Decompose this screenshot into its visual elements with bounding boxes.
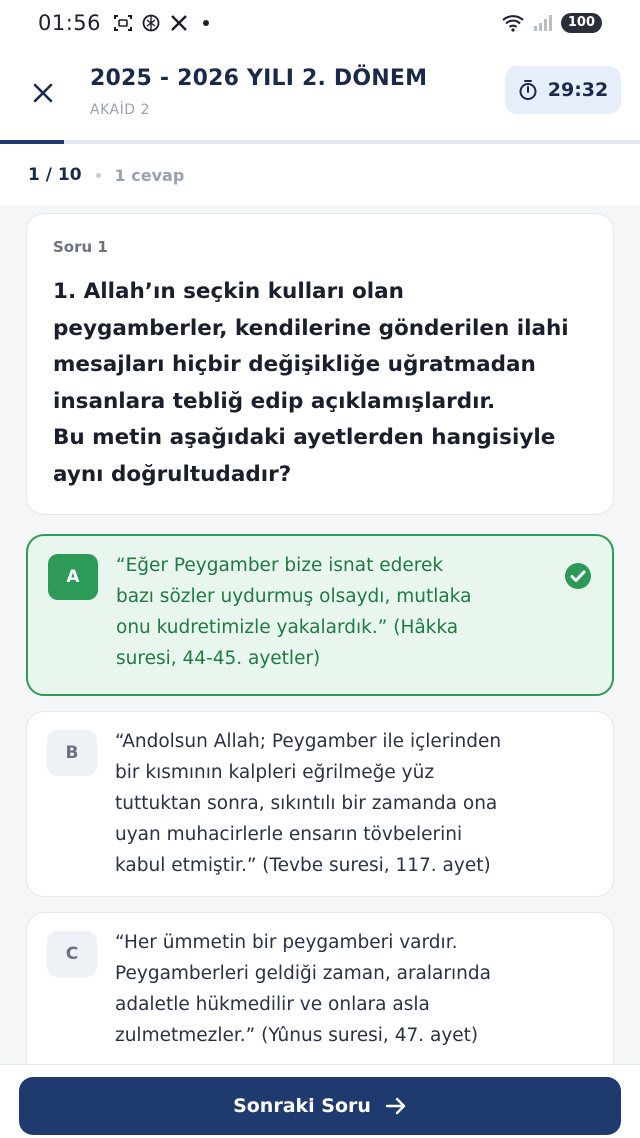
next-question-label: Sonraki Soru [233, 1095, 371, 1117]
status-bar: 01:56 100 [0, 0, 640, 46]
arrow-right-icon [385, 1097, 406, 1115]
next-question-button[interactable]: Sonraki Soru [19, 1077, 621, 1135]
close-icon [33, 83, 53, 103]
close-button[interactable] [22, 72, 64, 114]
option-letter: C [47, 931, 97, 977]
separator-dot [95, 172, 101, 178]
x-icon [171, 15, 187, 31]
battery-icon: 100 [560, 13, 602, 33]
openai-icon [142, 14, 160, 32]
option-text: “Eğer Peygamber bize isnat ederek bazı s… [116, 555, 472, 669]
option-b[interactable]: B “Andolsun Allah; Peygamber ile içlerin… [26, 711, 614, 897]
answer-count: 1 cevap [114, 165, 185, 185]
screenshot-icon [114, 15, 133, 31]
option-a[interactable]: A “Eğer Peygamber bize isnat ederek bazı… [26, 534, 614, 696]
option-c[interactable]: C “Her ümmetin bir peygamberi vardır. Pe… [26, 912, 614, 1082]
option-text: “Her ümmetin bir peygamberi vardır. Peyg… [115, 932, 491, 1046]
status-notification-icons [113, 13, 210, 33]
question-position: 1 / 10 [28, 165, 82, 185]
timer-value: 29:32 [547, 79, 609, 101]
status-time: 01:56 [38, 11, 102, 35]
option-text: “Andolsun Allah; Peygamber ile içlerinde… [115, 731, 502, 876]
footer: Sonraki Soru [0, 1064, 640, 1138]
question-card: Soru 1 1. Allah’ın seçkin kulları olan p… [26, 213, 614, 515]
timer: 29:32 [505, 66, 621, 114]
question-label: Soru 1 [53, 238, 108, 256]
check-circle-icon [565, 563, 591, 589]
dot-icon [203, 20, 210, 26]
signal-icon [533, 15, 552, 31]
question-counter: 1 / 10 1 cevap [0, 144, 640, 206]
course-name: AKAİD 2 [90, 102, 150, 118]
question-text: 1. Allah’ın seçkin kulları olan peygambe… [53, 279, 569, 487]
status-system-icons: 100 [501, 13, 602, 33]
exam-title: 2025 - 2026 YILI 2. DÖNEM [90, 66, 428, 91]
option-letter: B [47, 730, 97, 776]
app-header: 2025 - 2026 YILI 2. DÖNEM AKAİD 2 29:32 [0, 46, 640, 140]
stopwatch-icon [519, 80, 537, 100]
option-letter: A [48, 554, 98, 600]
wifi-icon [502, 15, 524, 32]
